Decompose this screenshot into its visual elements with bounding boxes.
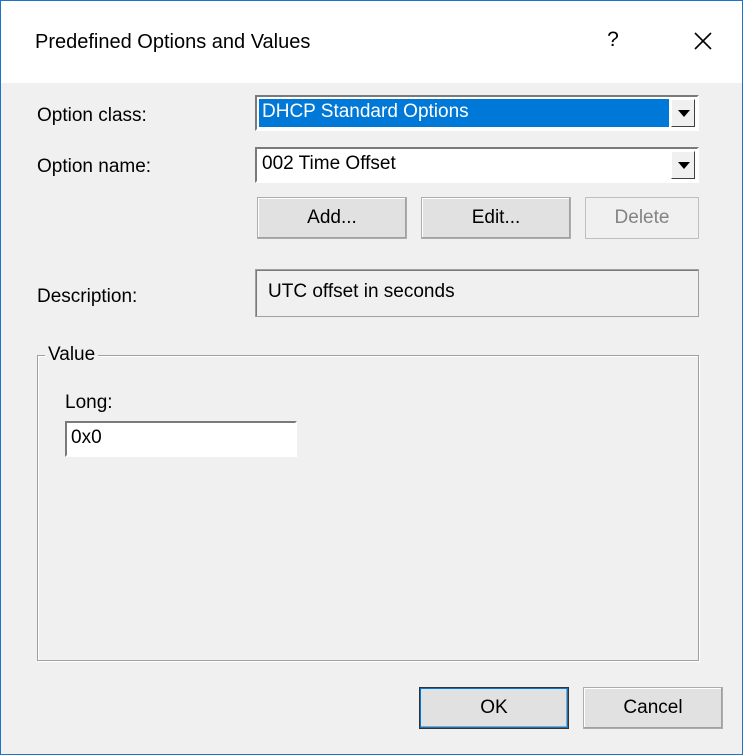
edit-button[interactable]: Edit...: [421, 197, 571, 239]
dialog-title: Predefined Options and Values: [35, 31, 311, 53]
option-class-value: DHCP Standard Options: [259, 99, 669, 127]
delete-button[interactable]: Delete: [585, 197, 699, 239]
option-class-label: Option class:: [37, 105, 147, 126]
option-class-dropdown-button[interactable]: [671, 99, 695, 127]
value-group-legend: Value: [45, 343, 99, 367]
long-value-input[interactable]: 0x0: [65, 421, 297, 457]
option-name-dropdown-button[interactable]: [671, 151, 695, 179]
chevron-down-icon: [678, 162, 690, 169]
ok-button[interactable]: OK: [419, 687, 569, 729]
description-label: Description:: [37, 286, 138, 307]
question-mark-icon: ?: [607, 28, 619, 51]
chevron-down-icon: [678, 110, 690, 117]
value-groupbox: [37, 355, 699, 661]
add-button[interactable]: Add...: [257, 197, 407, 239]
close-button[interactable]: [681, 21, 725, 61]
option-name-label: Option name:: [37, 156, 152, 177]
option-name-dropdown[interactable]: 002 Time Offset: [255, 147, 699, 183]
dialog-window: Predefined Options and Values ? Option c…: [0, 0, 743, 755]
description-field: UTC offset in seconds: [255, 269, 699, 317]
title-bar[interactable]: Predefined Options and Values ?: [1, 1, 742, 83]
option-class-dropdown[interactable]: DHCP Standard Options: [255, 95, 699, 131]
help-button[interactable]: ?: [595, 23, 631, 59]
cancel-button[interactable]: Cancel: [583, 687, 723, 729]
option-name-value: 002 Time Offset: [262, 153, 396, 174]
long-label: Long:: [65, 392, 113, 413]
close-icon: [694, 32, 712, 50]
